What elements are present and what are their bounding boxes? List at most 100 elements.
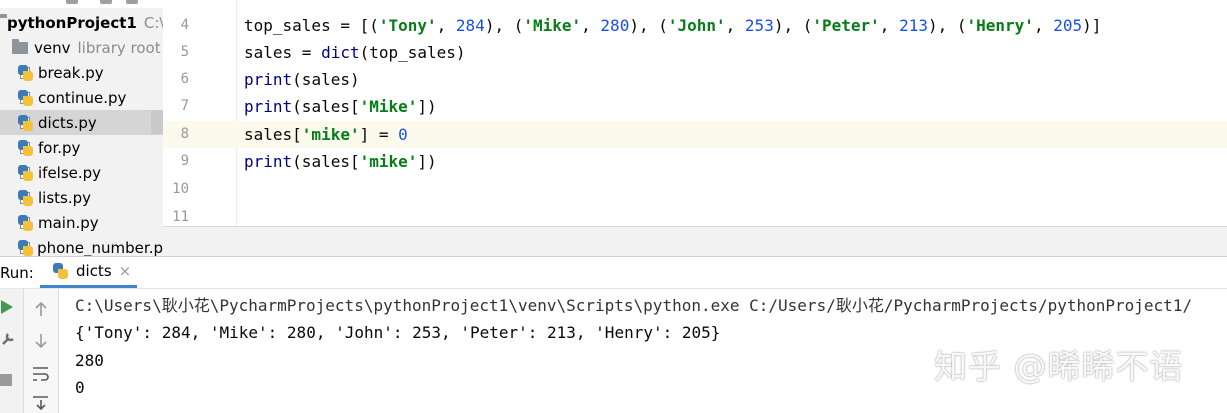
- file-row-break[interactable]: break.py: [0, 60, 163, 85]
- tree-toolbar-icon[interactable]: [66, 0, 78, 4]
- console-line-output: 0: [75, 378, 85, 397]
- code-token: ] =: [359, 125, 399, 144]
- python-file-icon: [17, 239, 33, 257]
- venv-folder-row[interactable]: › venv library root: [0, 35, 163, 60]
- console-line-command: C:\Users\耿小花\PycharmProjects\pythonProje…: [75, 296, 1193, 315]
- wrench-icon[interactable]: [0, 331, 16, 347]
- close-icon[interactable]: ×: [119, 262, 132, 280]
- up-arrow-icon[interactable]: [34, 301, 48, 317]
- file-name: for.py: [38, 138, 81, 157]
- string-token: 'mike': [301, 125, 360, 144]
- run-icon[interactable]: [1, 300, 13, 314]
- code-token: ]): [417, 152, 437, 171]
- project-tree: pythonProject1 C:\ › venv library root b…: [0, 0, 163, 256]
- code-token: ]): [417, 97, 437, 116]
- chevron-right-icon[interactable]: ›: [0, 42, 12, 53]
- code-token: ), (: [927, 16, 967, 35]
- file-row-phone-number[interactable]: phone_number.p: [0, 235, 163, 256]
- project-root-row[interactable]: pythonProject1 C:\: [0, 10, 163, 35]
- folder-icon: [12, 38, 28, 54]
- code-token: ,: [581, 16, 601, 35]
- file-name: break.py: [38, 63, 104, 82]
- line-number: 5: [180, 44, 189, 60]
- code-token: ,: [1033, 16, 1054, 35]
- builtin-token: print: [244, 97, 293, 116]
- file-name: continue.py: [38, 88, 127, 107]
- code-line-5[interactable]: sales = dict(top_sales): [237, 39, 1227, 66]
- file-name: lists.py: [38, 188, 92, 207]
- run-toolbar: [0, 289, 24, 413]
- run-tab-dicts[interactable]: dicts ×: [40, 257, 137, 288]
- project-root-name: pythonProject1: [7, 13, 137, 32]
- tree-scrollbar-thumb[interactable]: [151, 110, 163, 134]
- number-token: 280: [600, 16, 630, 35]
- down-arrow-icon[interactable]: [34, 333, 48, 349]
- string-token: 'mike': [359, 152, 418, 171]
- file-name: phone_number.p: [37, 238, 163, 257]
- code-token: (sales[: [292, 97, 360, 116]
- file-row-continue[interactable]: continue.py: [0, 85, 163, 110]
- project-root-path: C:\: [143, 13, 163, 32]
- number-token: 284: [455, 16, 485, 35]
- code-line-8-current[interactable]: sales['mike'] = 0: [237, 121, 1227, 148]
- file-row-lists[interactable]: lists.py: [0, 185, 163, 210]
- string-token: 'Peter': [812, 16, 880, 35]
- string-token: 'Mike': [523, 16, 582, 35]
- code-token: ,: [879, 16, 900, 35]
- number-token: 213: [899, 16, 928, 35]
- tree-toolbar-strip: [0, 0, 163, 8]
- builtin-token: print: [244, 70, 293, 89]
- tree-toolbar-icon[interactable]: [126, 0, 138, 4]
- string-token: 'Henry': [966, 16, 1034, 35]
- run-panel-label: Run:: [0, 264, 34, 282]
- builtin-token: dict: [321, 43, 360, 62]
- file-name: main.py: [38, 213, 99, 232]
- code-token: (sales): [292, 70, 360, 89]
- code-line-7[interactable]: print(sales['Mike']): [237, 93, 1227, 120]
- number-token: 253: [744, 16, 774, 35]
- library-root-note: library root: [77, 38, 161, 57]
- line-number-current: 8: [163, 121, 237, 148]
- code-token: (sales[: [292, 152, 360, 171]
- builtin-token: print: [244, 152, 293, 171]
- run-tab-label: dicts: [76, 262, 112, 280]
- python-file-icon: [17, 139, 33, 157]
- stop-icon[interactable]: [0, 374, 12, 386]
- file-row-ifelse[interactable]: ifelse.py: [0, 160, 163, 185]
- watermark: 知乎 @晞晞不语: [934, 347, 1184, 386]
- file-name: dicts.py: [38, 113, 97, 132]
- soft-wrap-icon[interactable]: [32, 366, 50, 382]
- file-row-main[interactable]: main.py: [0, 210, 163, 235]
- python-file-icon: [17, 89, 33, 107]
- code-token: sales =: [244, 43, 322, 62]
- scroll-to-end-icon[interactable]: [32, 395, 50, 413]
- code-line-6[interactable]: print(sales): [237, 66, 1227, 93]
- line-number: 9: [180, 153, 189, 169]
- file-row-dicts[interactable]: dicts.py: [0, 110, 163, 135]
- code-token: )]: [1082, 16, 1102, 35]
- code-token: ), (: [484, 16, 524, 35]
- python-file-icon: [17, 189, 33, 207]
- run-toolbar-secondary: [24, 289, 59, 413]
- code-line-4[interactable]: top_sales = [('Tony', 284), ('Mike', 280…: [237, 12, 1227, 39]
- code-line-9[interactable]: print(sales['mike']): [237, 148, 1227, 175]
- line-number: 6: [180, 71, 189, 87]
- line-number: 4: [180, 17, 189, 33]
- python-file-icon: [17, 164, 33, 182]
- code-token: sales[: [244, 125, 302, 144]
- code-token: ,: [725, 16, 745, 35]
- string-token: 'Tony': [378, 16, 437, 35]
- python-icon: [52, 262, 68, 280]
- code-token: top_sales = [(: [244, 16, 379, 35]
- console-line-output: 280: [75, 351, 104, 370]
- code-token: (top_sales): [359, 43, 466, 62]
- line-number: 10: [172, 181, 189, 197]
- venv-label: venv: [34, 38, 71, 57]
- python-file-icon: [17, 114, 33, 132]
- python-file-icon: [17, 64, 33, 82]
- code-token: ), (: [773, 16, 813, 35]
- tree-toolbar-icon[interactable]: [100, 0, 112, 4]
- file-row-for[interactable]: for.py: [0, 135, 163, 160]
- run-panel-header: [0, 256, 1227, 289]
- string-token: 'Mike': [359, 97, 418, 116]
